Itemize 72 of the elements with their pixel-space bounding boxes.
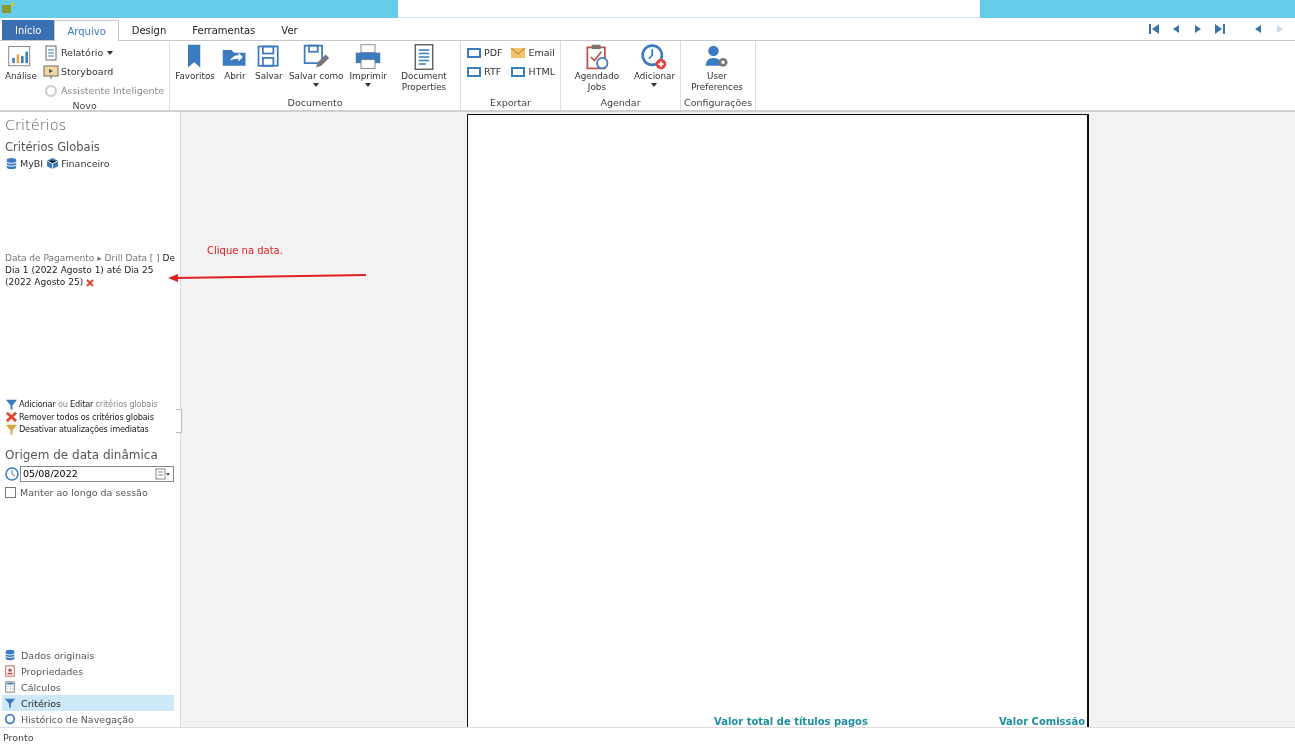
remove-icon xyxy=(5,410,18,424)
calculator-icon xyxy=(4,681,16,693)
panel-title: Critérios xyxy=(5,117,68,133)
ribbon-button[interactable]: Imprimir xyxy=(347,43,389,87)
source-item[interactable]: Financeiro xyxy=(46,157,110,170)
column-header: Valor Comissão xyxy=(998,716,1086,727)
group-label: Agendar xyxy=(599,97,642,110)
calendar-dropdown-icon xyxy=(155,465,171,482)
checkbox[interactable] xyxy=(5,486,16,498)
database-icon xyxy=(5,157,18,170)
source-item[interactable]: MyBI xyxy=(5,157,44,170)
ribbon-tab[interactable]: Design xyxy=(118,20,180,40)
ribbon-button[interactable]: Document Properties xyxy=(390,43,457,93)
ribbon-button[interactable]: User Preferences xyxy=(684,43,751,93)
ribbon-button[interactable]: Salvar xyxy=(252,43,285,82)
section-title: Origem de data dinâmica xyxy=(5,447,159,462)
ribbon-button[interactable]: HTML xyxy=(508,62,557,81)
clock-plus-icon xyxy=(640,43,669,71)
ribbon-button[interactable]: Relatório xyxy=(40,43,167,62)
ribbon-button[interactable]: Favoritos xyxy=(173,43,217,82)
ribbon-button[interactable]: Salvar como xyxy=(286,43,346,87)
cube-icon xyxy=(46,157,60,170)
ribbon-button[interactable]: RTF xyxy=(463,62,505,81)
ribbon-button[interactable]: Abrir xyxy=(218,43,251,82)
slideshow-icon xyxy=(42,63,59,80)
app-icon xyxy=(2,3,14,13)
nav-item[interactable]: Critérios xyxy=(2,695,174,711)
date-field[interactable]: 05/08/2022 xyxy=(20,465,174,482)
remove-icon[interactable] xyxy=(86,278,95,287)
checkbox-label: Manter ao longo da sessão xyxy=(20,486,148,498)
ribbon-button[interactable]: Email xyxy=(508,43,557,62)
section-title: Critérios Globais xyxy=(5,140,101,154)
nav-item[interactable]: Histórico de Navegação xyxy=(2,711,174,727)
filter-icon xyxy=(5,397,18,411)
nav-item[interactable]: Propriedades xyxy=(2,663,174,679)
group-label: Configurações xyxy=(684,97,753,110)
ribbon-tab[interactable]: Ver xyxy=(268,20,311,40)
circle-icon xyxy=(4,713,16,725)
filter-icon xyxy=(4,697,16,709)
ribbon-button[interactable]: Análise xyxy=(3,43,39,82)
group-label: Exportar xyxy=(489,97,532,110)
ribbon-button[interactable]: Adicionar xyxy=(631,43,678,87)
ribbon-tab[interactable]: Arquivo xyxy=(54,20,119,41)
title-field[interactable] xyxy=(398,0,980,18)
document-icon xyxy=(42,44,59,61)
database-icon xyxy=(4,649,16,661)
action-link[interactable]: Adicionar ou Editar critérios globais xyxy=(19,399,158,410)
nav-item[interactable]: Dados originais xyxy=(2,647,174,663)
clock-icon xyxy=(5,466,19,481)
status-text: Pronto xyxy=(0,727,1295,746)
action-link[interactable]: Remover todos os critérios globais xyxy=(19,411,154,422)
group-label: Novo xyxy=(71,100,98,111)
action-link[interactable]: Desativar atualizações imediatas xyxy=(19,424,149,435)
collapse-handle[interactable] xyxy=(176,409,182,433)
caret-icon xyxy=(651,83,658,87)
column-header: Valor total de títulos pagos xyxy=(714,716,868,727)
properties-icon xyxy=(4,665,16,677)
criterion-text[interactable]: Data de Pagamento ▸ Drill Data [ ] De Dia 1 (2022 Agosto 1) até Dia 25 (2022 Agosto 25) xyxy=(5,252,180,288)
ribbon-button[interactable]: Storyboard xyxy=(40,62,167,81)
caret-icon xyxy=(313,83,320,87)
nav-item[interactable]: Cálculos xyxy=(2,679,174,695)
first-icon[interactable] xyxy=(1147,22,1161,36)
ribbon-button[interactable]: PDF xyxy=(463,43,505,62)
annotation-text: Clique na data. xyxy=(207,245,283,256)
caret-icon xyxy=(365,83,372,87)
ribbon-button[interactable]: Agendado Jobs xyxy=(563,43,630,93)
last-icon[interactable] xyxy=(1213,22,1227,36)
printer-icon xyxy=(354,43,383,71)
menu-tab[interactable]: Início xyxy=(2,20,55,40)
caret-icon xyxy=(107,50,114,55)
group-label: Documento xyxy=(286,97,344,110)
ribbon-tab[interactable]: Ferramentas xyxy=(179,20,269,40)
